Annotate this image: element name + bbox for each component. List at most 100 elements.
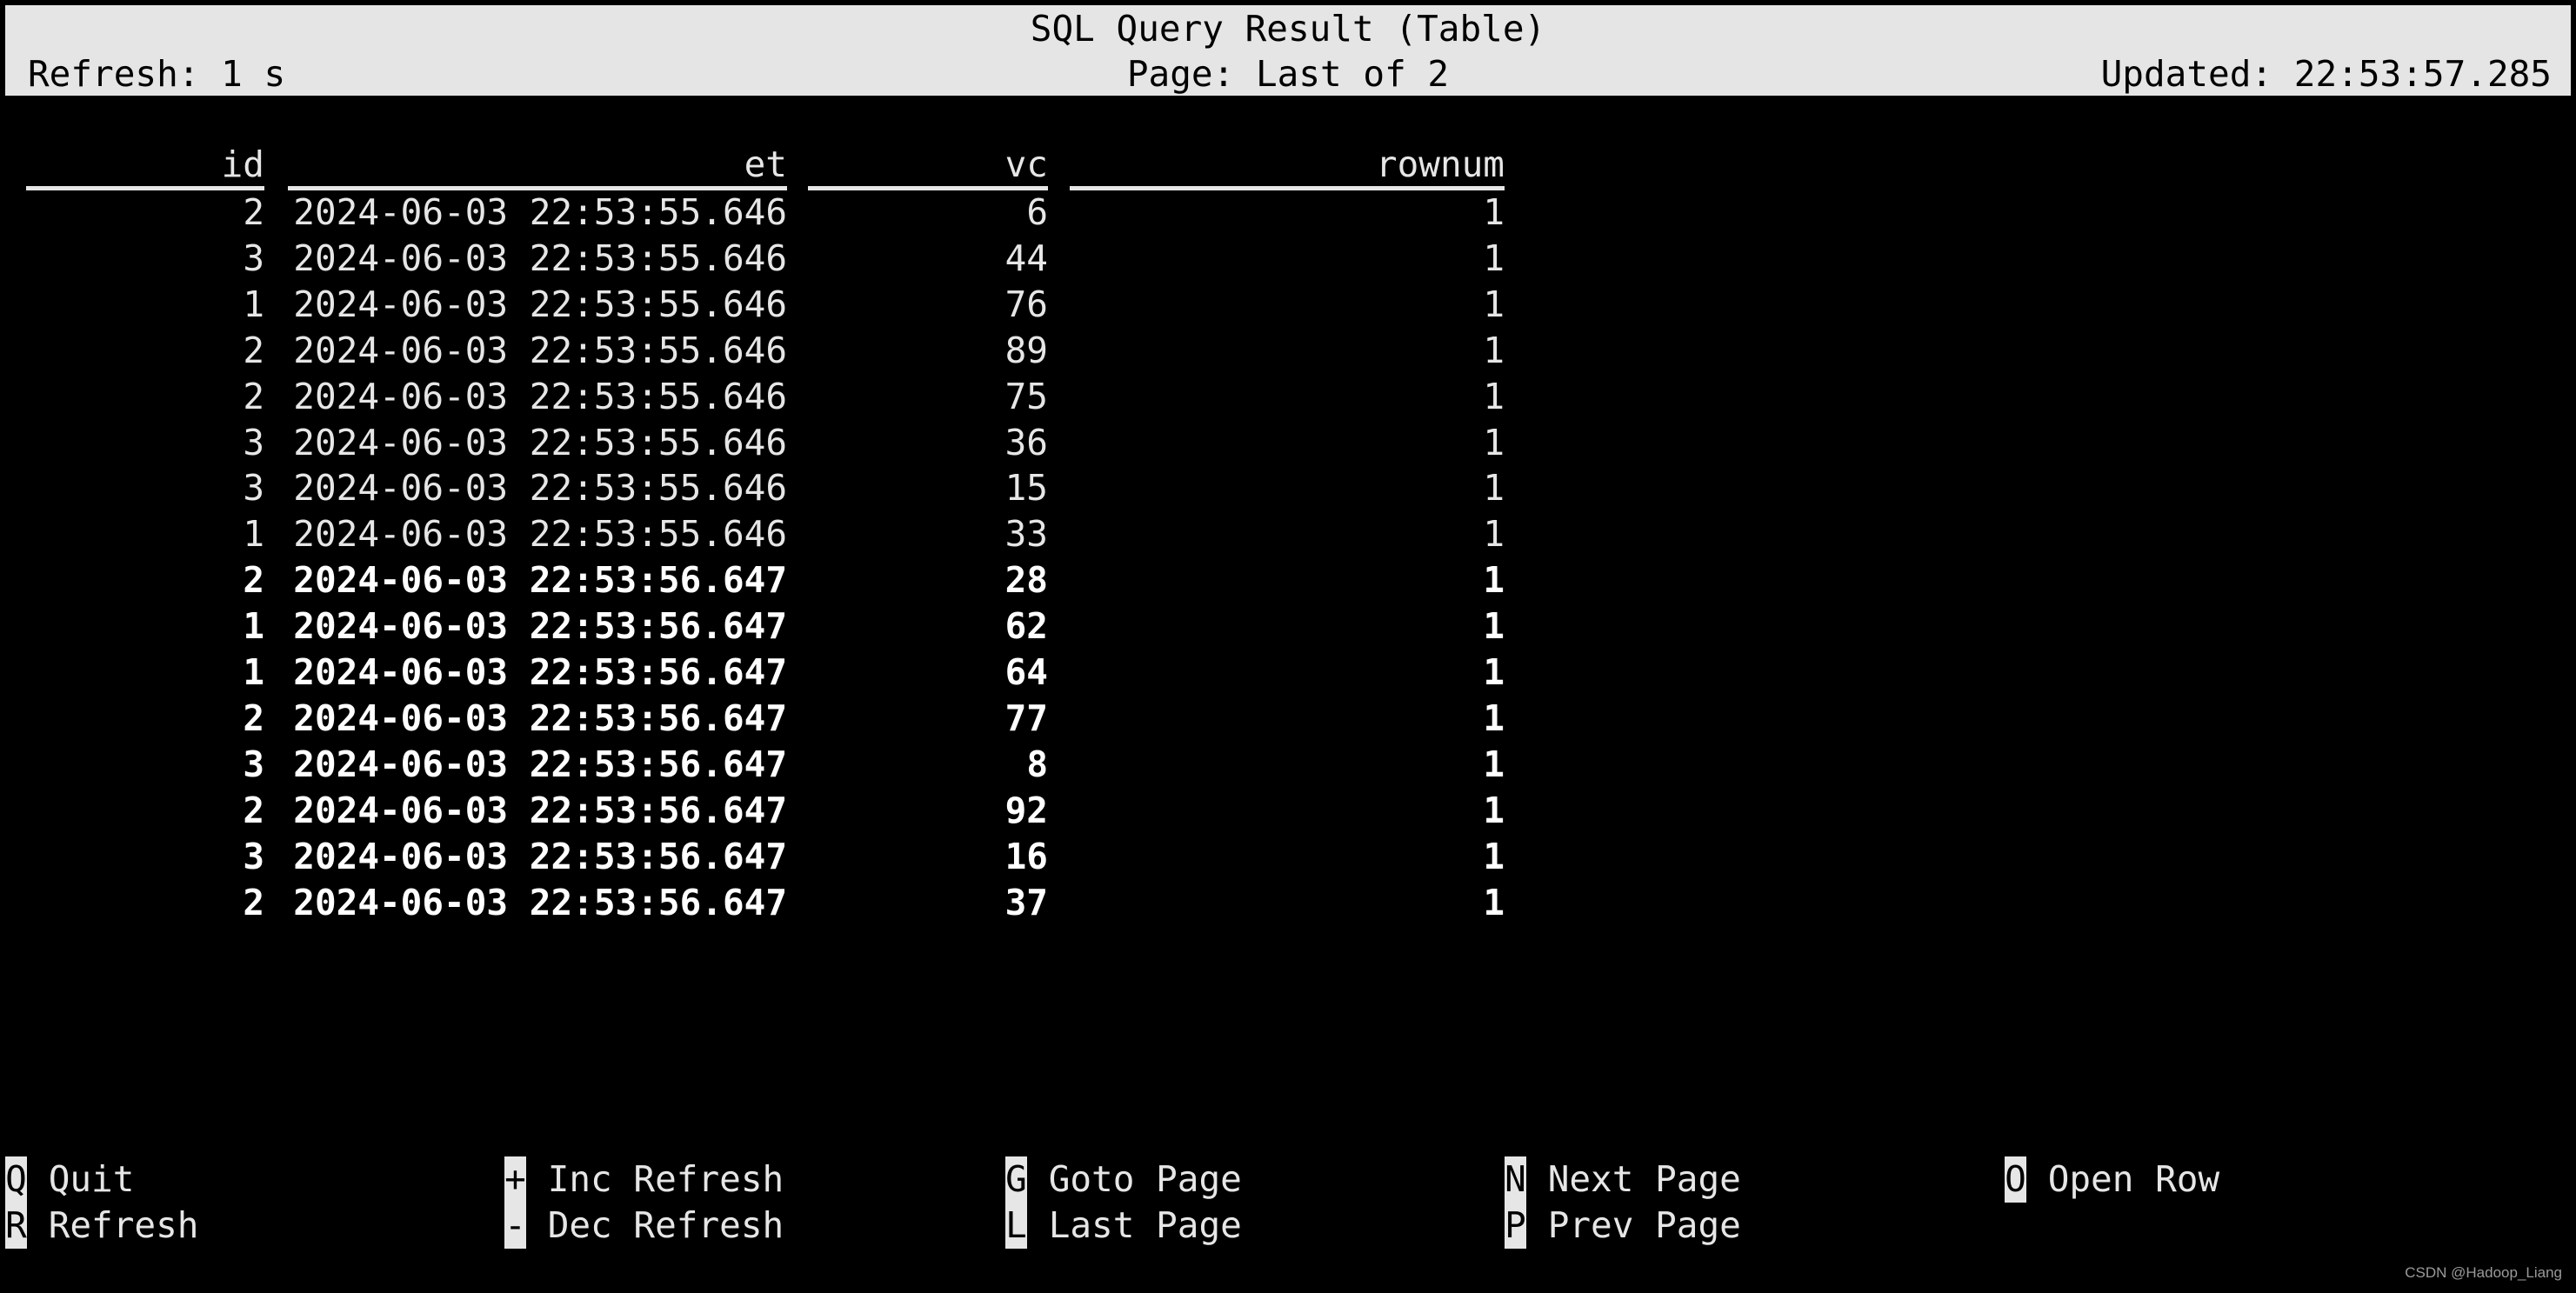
cell-vc: 77 [1004,696,1048,739]
table-row[interactable]: 3 2024-06-03 22:53:56.647 8 1 [0,742,1565,788]
cell-et: 2024-06-03 22:53:56.647 [293,651,787,693]
cell-id: 3 [243,237,264,279]
column-header-vc: vc [808,143,1048,190]
shortcut-key: Q [5,1156,27,1203]
cell-et: 2024-06-03 22:53:56.647 [293,789,787,831]
cell-rownum: 1 [1483,559,1505,602]
cell-id: 3 [243,835,264,877]
shortcut-prev-page[interactable]: P Prev Page [1505,1203,1741,1249]
cell-id: 1 [243,605,264,648]
cell-vc: 16 [1004,835,1048,877]
table-row[interactable]: 2 2024-06-03 22:53:56.647 92 1 [0,788,1565,834]
cell-vc: 28 [1004,559,1048,602]
cell-rownum: 1 [1483,467,1505,510]
table-row[interactable]: 3 2024-06-03 22:53:55.646 36 1 [0,420,1565,466]
cell-rownum: 1 [1483,283,1505,325]
column-header-id: id [26,143,264,190]
cell-vc: 64 [1004,651,1048,693]
table-row[interactable]: 2 2024-06-03 22:53:55.646 6 1 [0,190,1565,236]
table-row[interactable]: 2 2024-06-03 22:53:56.647 77 1 [0,696,1565,742]
table-row[interactable]: 2 2024-06-03 22:53:55.646 75 1 [0,374,1565,420]
cell-rownum: 1 [1483,789,1505,831]
shortcut-label: Goto Page [1048,1158,1242,1200]
cell-id: 2 [243,881,264,923]
header-bar: SQL Query Result (Table) Refresh: 1 s Pa… [5,5,2571,96]
shortcut-open-row[interactable]: O Open Row [2005,1156,2219,1203]
cell-et: 2024-06-03 22:53:56.647 [293,743,787,785]
cell-et: 2024-06-03 22:53:55.646 [293,513,787,556]
cell-et: 2024-06-03 22:53:55.646 [293,283,787,325]
cell-et: 2024-06-03 22:53:55.646 [293,329,787,371]
shortcut-label: Dec Refresh [547,1204,784,1246]
cell-rownum: 1 [1483,651,1505,693]
cell-id: 2 [243,789,264,831]
cell-et: 2024-06-03 22:53:55.646 [293,421,787,463]
cell-id: 3 [243,467,264,510]
cell-et: 2024-06-03 22:53:55.646 [293,191,787,233]
cell-rownum: 1 [1483,743,1505,785]
shortcut-key: - [504,1203,526,1249]
cell-vc: 44 [1004,237,1048,279]
cell-vc: 15 [1004,467,1048,510]
cell-rownum: 1 [1483,513,1505,556]
cell-rownum: 1 [1483,696,1505,739]
cell-et: 2024-06-03 22:53:56.647 [293,835,787,877]
table-row[interactable]: 2 2024-06-03 22:53:55.646 89 1 [0,328,1565,374]
table-row[interactable]: 3 2024-06-03 22:53:56.647 16 1 [0,834,1565,880]
shortcut-quit[interactable]: Q Quit [5,1156,134,1203]
cell-id: 2 [243,329,264,371]
cell-id: 3 [243,743,264,785]
cell-vc: 33 [1004,513,1048,556]
shortcut-label: Open Row [2047,1158,2220,1200]
cell-rownum: 1 [1483,329,1505,371]
shortcut-label: Last Page [1048,1204,1242,1246]
cell-rownum: 1 [1483,375,1505,417]
shortcut-next-page[interactable]: N Next Page [1505,1156,1741,1203]
column-header-et: et [288,143,787,190]
shortcut-dec-refresh[interactable]: - Dec Refresh [504,1203,784,1249]
shortcut-label: Quit [48,1158,135,1200]
cell-vc: 62 [1004,605,1048,648]
shortcut-label: Next Page [1547,1158,1741,1200]
cell-rownum: 1 [1483,421,1505,463]
cell-vc: 76 [1004,283,1048,325]
table-row[interactable]: 1 2024-06-03 22:53:56.647 62 1 [0,603,1565,650]
cell-vc: 6 [1026,191,1048,233]
table-row[interactable]: 3 2024-06-03 22:53:55.646 15 1 [0,465,1565,511]
cell-vc: 37 [1004,881,1048,923]
table-row[interactable]: 2 2024-06-03 22:53:56.647 37 1 [0,880,1565,926]
shortcut-key: P [1505,1203,1526,1249]
shortcut-key: O [2005,1156,2026,1203]
table-row[interactable]: 1 2024-06-03 22:53:55.646 76 1 [0,282,1565,328]
cell-id: 2 [243,696,264,739]
cell-id: 2 [243,191,264,233]
shortcut-key: R [5,1203,27,1249]
page-title: SQL Query Result (Table) [1030,8,1546,50]
cell-id: 2 [243,375,264,417]
shortcut-key: L [1005,1203,1027,1249]
shortcut-goto-page[interactable]: G Goto Page [1005,1156,1242,1203]
cell-id: 1 [243,283,264,325]
cell-rownum: 1 [1483,835,1505,877]
shortcut-last-page[interactable]: L Last Page [1005,1203,1242,1249]
table-row[interactable]: 1 2024-06-03 22:53:55.646 33 1 [0,511,1565,557]
cell-id: 2 [243,559,264,602]
updated-time: Updated: 22:53:57.285 [2100,53,2552,95]
cell-et: 2024-06-03 22:53:56.647 [293,696,787,739]
watermark: CSDN @Hadoop_Liang [2405,1264,2562,1281]
shortcut-label: Prev Page [1547,1204,1741,1246]
cell-rownum: 1 [1483,237,1505,279]
cell-et: 2024-06-03 22:53:55.646 [293,375,787,417]
table-row[interactable]: 3 2024-06-03 22:53:55.646 44 1 [0,236,1565,282]
table-row[interactable]: 1 2024-06-03 22:53:56.647 64 1 [0,650,1565,696]
cell-rownum: 1 [1483,605,1505,648]
cell-vc: 36 [1004,421,1048,463]
cell-et: 2024-06-03 22:53:55.646 [293,237,787,279]
shortcut-refresh[interactable]: R Refresh [5,1203,198,1249]
shortcut-inc-refresh[interactable]: + Inc Refresh [504,1156,784,1203]
cell-id: 3 [243,421,264,463]
cell-et: 2024-06-03 22:53:56.647 [293,605,787,648]
table-row[interactable]: 2 2024-06-03 22:53:56.647 28 1 [0,557,1565,603]
cell-vc: 8 [1026,743,1048,785]
cell-vc: 92 [1004,789,1048,831]
